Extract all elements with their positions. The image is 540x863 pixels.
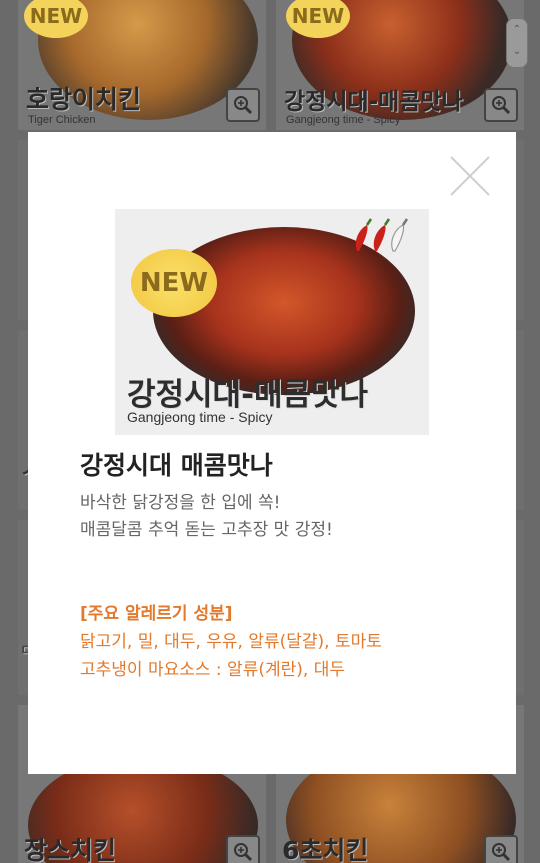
description-line: 매콤달콤 추억 돋는 고추장 맛 강정!: [80, 520, 333, 540]
chevron-down-icon[interactable]: ⌄: [507, 41, 527, 63]
allergy-info: [주요 알레르기 성분] 닭고기, 밀, 대두, 우유, 알류(달걀), 토마토…: [80, 600, 382, 684]
allergy-line: 닭고기, 밀, 대두, 우유, 알류(달걀), 토마토: [80, 632, 382, 652]
new-badge: NEW: [131, 249, 217, 317]
card-title: 6초치킨: [282, 836, 369, 863]
close-button[interactable]: [450, 156, 490, 196]
zoom-icon[interactable]: [484, 835, 518, 863]
card-subtitle: Tiger Chicken: [28, 114, 96, 126]
card-title: 장스치킨: [24, 836, 117, 863]
chevron-up-icon[interactable]: ⌃: [507, 19, 527, 41]
scroll-control[interactable]: ⌃ ⌄: [506, 18, 528, 68]
description-line: 바삭한 닭강정을 한 입에 쏙!: [80, 493, 281, 513]
allergy-line: 고추냉이 마요소스 : 알류(계란), 대두: [80, 660, 345, 680]
product-card-gangjeong-spicy[interactable]: NEW 강정시대-매콤맛나 Gangjeong time - Spicy: [276, 0, 524, 130]
card-subtitle: Gangjeong time - Spicy: [286, 114, 401, 126]
zoom-icon[interactable]: [484, 88, 518, 122]
close-icon[interactable]: [450, 156, 490, 196]
image-title: 강정시대-매콤맛나: [127, 377, 369, 413]
product-description: 바삭한 닭강정을 한 입에 쏙! 매콤달콤 추억 돋는 고추장 맛 강정!: [80, 490, 333, 544]
product-card-tiger-chicken[interactable]: NEW 호랑이치킨 Tiger Chicken: [18, 0, 266, 130]
product-detail-modal: NEW 강정시대-매콤맛나 Gangjeong time - Spicy 강정시…: [28, 132, 516, 774]
card-title: 강정시대-매콤맛나: [284, 89, 463, 115]
spicy-level-icon: [355, 218, 409, 252]
zoom-icon[interactable]: [226, 88, 260, 122]
zoom-icon[interactable]: [226, 835, 260, 863]
allergy-heading: [주요 알레르기 성분]: [80, 604, 233, 624]
product-image: NEW 강정시대-매콤맛나 Gangjeong time - Spicy: [115, 209, 429, 435]
image-subtitle: Gangjeong time - Spicy: [127, 409, 273, 425]
card-title: 호랑이치킨: [26, 85, 142, 114]
product-name: 강정시대 매콤맛나: [80, 451, 273, 480]
